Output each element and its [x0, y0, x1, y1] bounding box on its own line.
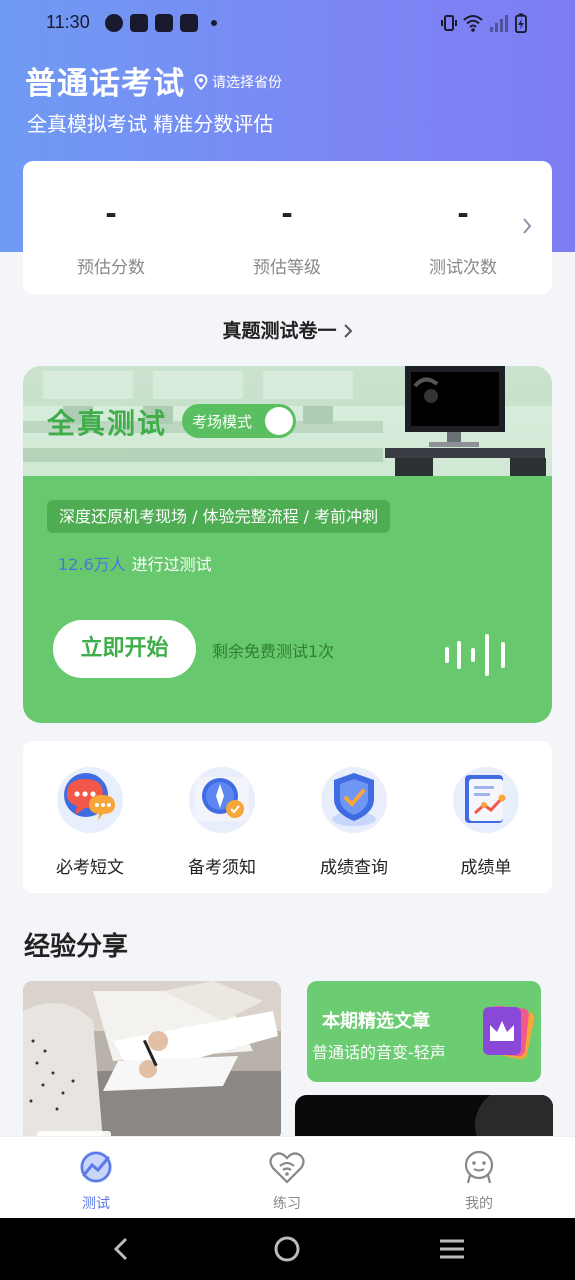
tab-label: 练习: [273, 1196, 301, 1212]
featured-article-card[interactable]: 本期精选文章 普通话的音变-轻声: [307, 981, 541, 1082]
vibrate-icon: [441, 15, 457, 31]
sound-wave-icon: [445, 634, 505, 676]
chat-bubbles-icon: [57, 767, 123, 833]
full-exam-card: 全真测试 考场模式 深度还原机考现场 / 体验完整流程 / 考前冲刺 12.6万…: [23, 366, 552, 723]
exam-participant-count: 12.6万人 进行过测试: [58, 551, 212, 575]
action-label: 成绩查询: [320, 858, 388, 878]
back-icon[interactable]: [110, 1236, 134, 1262]
signing-documents-photo: [23, 981, 281, 1141]
toggle-knob: [265, 407, 293, 435]
section-title-experience: 经验分享: [24, 932, 129, 962]
status-time: 11:30: [46, 12, 90, 32]
experience-photo-card[interactable]: [23, 981, 281, 1141]
exam-room-banner: 全真测试 考场模式: [23, 366, 552, 476]
wifi-icon: [463, 15, 483, 32]
battery-charging-icon: [515, 13, 527, 33]
test-chart-icon: [80, 1151, 112, 1183]
exam-tagline: 深度还原机考现场 / 体验完整流程 / 考前冲刺: [47, 500, 391, 533]
stat-value: -: [281, 197, 293, 230]
action-score-query[interactable]: 成绩查询: [288, 763, 420, 878]
action-label: 备考须知: [188, 858, 256, 878]
action-label: 成绩单: [460, 858, 512, 878]
compass-book-icon: [189, 767, 255, 833]
tab-label: 测试: [82, 1196, 110, 1212]
notification-bag-icon: [130, 14, 148, 32]
page-subtitle: 全真模拟考试 精准分数评估: [27, 112, 274, 136]
more-notifications-dot: [211, 20, 217, 26]
notification-bag-icon: [180, 14, 198, 32]
action-label: 必考短文: [56, 858, 124, 878]
stat-label: 测试次数: [429, 258, 497, 278]
quick-actions: 必考短文 备考须知 成绩查询 成绩单: [23, 741, 552, 893]
exam-mode-label: 考场模式: [192, 413, 253, 431]
tab-label: 我的: [465, 1196, 493, 1212]
location-pin-icon: [194, 74, 208, 90]
tab-practice[interactable]: 练习: [227, 1149, 347, 1213]
tab-mine[interactable]: 我的: [419, 1149, 539, 1213]
featured-article-title: 本期精选文章: [322, 1011, 430, 1032]
action-required-texts[interactable]: 必考短文: [24, 763, 156, 878]
computer-illustration: [385, 366, 546, 476]
stat-label: 预估等级: [253, 258, 321, 278]
paper-link-label: 真题测试卷一: [222, 320, 337, 342]
crown-cards-icon: [483, 1005, 535, 1060]
notification-bag-icon: [155, 14, 173, 32]
paper-link[interactable]: 真题测试卷一: [0, 316, 575, 343]
stats-card[interactable]: - 预估分数 - 预估等级 - 测试次数: [23, 161, 552, 294]
system-navigation-bar: [0, 1218, 575, 1280]
free-tests-remaining: 剩余免费测试1次: [212, 642, 335, 661]
featured-article-subtitle: 普通话的音变-轻声: [312, 1043, 446, 1062]
province-selector[interactable]: 请选择省份: [194, 72, 282, 92]
participant-suffix: 进行过测试: [131, 555, 212, 574]
page-title: 普通话考试: [25, 66, 185, 102]
notification-app-icon: [105, 14, 123, 32]
start-exam-button[interactable]: 立即开始: [53, 620, 196, 678]
stat-label: 预估分数: [77, 258, 145, 278]
action-score-report[interactable]: 成绩单: [420, 763, 552, 878]
bottom-tab-bar: 测试 练习 我的: [0, 1136, 575, 1218]
chevron-right-icon: [343, 324, 352, 338]
recents-icon[interactable]: [438, 1236, 466, 1262]
heart-wifi-icon: [269, 1152, 305, 1184]
action-exam-guide[interactable]: 备考须知: [156, 763, 288, 878]
profile-face-icon: [464, 1150, 494, 1184]
participant-number: 12.6万人: [58, 555, 126, 574]
chevron-right-icon[interactable]: [522, 217, 532, 235]
home-icon[interactable]: [273, 1236, 301, 1262]
tab-test[interactable]: 测试: [36, 1149, 156, 1213]
shield-check-icon: [321, 767, 387, 833]
scroll-chart-icon: [453, 767, 519, 833]
signal-icon: [490, 15, 508, 32]
exam-mode-toggle[interactable]: 考场模式: [182, 404, 296, 438]
status-bar: 11:30: [0, 0, 575, 48]
province-selector-label: 请选择省份: [212, 75, 282, 91]
exam-title: 全真测试: [47, 407, 168, 440]
stat-value: -: [105, 197, 117, 230]
